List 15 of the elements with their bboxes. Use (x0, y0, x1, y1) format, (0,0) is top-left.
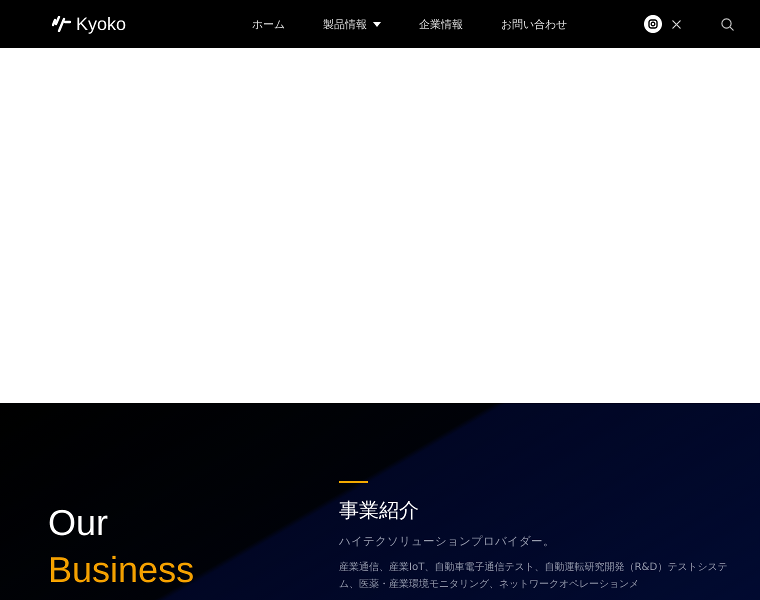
nav-link[interactable]: ホーム (252, 16, 285, 32)
search-icon[interactable] (721, 18, 734, 30)
x-icon[interactable] (672, 20, 681, 28)
section-heading: Business (48, 548, 196, 592)
logo-icon[interactable] (52, 16, 72, 32)
section-title: 事業紹介 (339, 497, 420, 524)
description-text: 産業通信、産業IoT、自動車電子通信テスト、自動運転研究開発（R&D）テストシステム、医薬・産業環境モニタリング、ネットワークオペレーションメ (339, 560, 728, 592)
logo-text[interactable]: Kyoko (76, 14, 126, 34)
nav-link[interactable]: 製品情報 (323, 16, 381, 32)
section-heading: Our (48, 501, 110, 545)
caret-icon[interactable] (373, 22, 381, 26)
instagram-icon[interactable] (644, 15, 662, 33)
nav-link[interactable]: 企業情報 (419, 16, 463, 32)
subtitle: ハイテクソリューションプロバイダー。 (339, 534, 556, 549)
nav-link[interactable]: お問い合わせ (501, 16, 567, 32)
